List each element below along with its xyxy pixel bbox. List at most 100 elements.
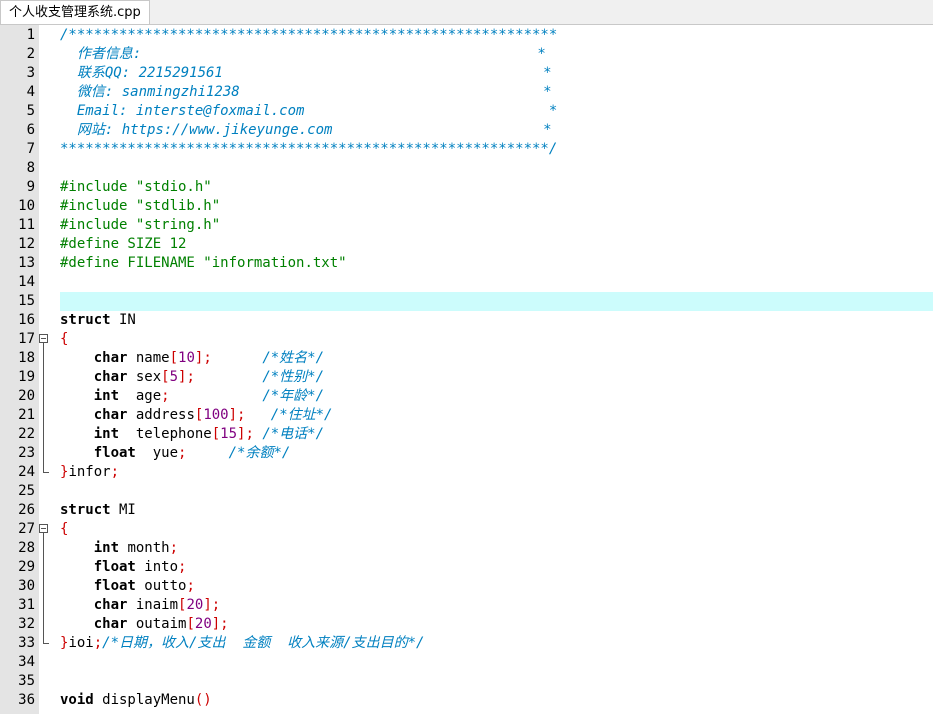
code-token-op: ;: [186, 578, 195, 594]
code-text: float outto;: [60, 577, 195, 596]
code-token-num: 20: [186, 597, 204, 613]
code-text: float yue; /*余额*/: [60, 444, 291, 463]
code-text: ****************************************…: [60, 140, 557, 159]
code-line[interactable]: 16 struct IN: [0, 311, 933, 330]
code-text: int month;: [60, 539, 178, 558]
code-text: int age; /*年龄*/: [60, 387, 324, 406]
code-editor[interactable]: 1 /**************************************…: [0, 25, 933, 714]
code-token-kw: char: [93, 350, 128, 366]
code-line[interactable]: 28 int month;: [0, 539, 933, 558]
code-line[interactable]: 3 联系QQ: 2215291561 *: [0, 64, 933, 83]
line-number: 29: [18, 559, 35, 575]
code-line[interactable]: 22 int telephone[15]; /*电话*/: [0, 425, 933, 444]
line-number: 11: [18, 217, 35, 233]
code-line[interactable]: 31 char inaim[20];: [0, 596, 933, 615]
code-line[interactable]: 12 #define SIZE 12: [0, 235, 933, 254]
fold-guide: [43, 406, 44, 425]
code-token-str: "string.h": [135, 217, 221, 233]
code-token-pre: #include: [60, 179, 136, 195]
code-line[interactable]: 25: [0, 482, 933, 501]
code-token-comment: /*住址*/: [270, 407, 333, 423]
current-line-highlight: [60, 292, 933, 311]
line-number: 27: [18, 521, 35, 537]
code-line[interactable]: 33}ioi;/*日期，收入/支出 金额 收入来源/支出目的*/: [0, 634, 933, 653]
code-line[interactable]: 36 void displayMenu(): [0, 691, 933, 710]
code-line[interactable]: 34: [0, 653, 933, 672]
line-number: 19: [18, 369, 35, 385]
line-number: 9: [26, 179, 35, 195]
code-text: char sex[5]; /*性别*/: [60, 368, 324, 387]
code-line[interactable]: 10 #include "stdlib.h": [0, 197, 933, 216]
code-line[interactable]: 23 float yue; /*余额*/: [0, 444, 933, 463]
line-number: 32: [18, 616, 35, 632]
fold-toggle-icon[interactable]: [39, 524, 48, 533]
code-line[interactable]: 27 {: [0, 520, 933, 539]
line-number: 15: [18, 293, 35, 309]
code-line[interactable]: 5 Email: interste@foxmail.com *: [0, 102, 933, 121]
fold-guide: [43, 444, 44, 463]
code-text: struct IN: [60, 311, 136, 330]
code-token-op: [: [161, 369, 170, 385]
code-token-kw: float: [93, 578, 136, 594]
code-line[interactable]: 32 char outaim[20];: [0, 615, 933, 634]
code-line[interactable]: 21 char address[100]; /*住址*/: [0, 406, 933, 425]
code-token-comment: Email: interste@foxmail.com *: [60, 103, 558, 119]
line-number: 3: [26, 65, 35, 81]
code-line[interactable]: 20 int age; /*年龄*/: [0, 387, 933, 406]
code-token-plain: inaim: [127, 597, 179, 613]
code-token-comment: 网站: https://www.jikeyunge.com *: [60, 122, 552, 138]
code-token-plain: ioi: [68, 635, 94, 651]
code-token-kw: float: [93, 445, 136, 461]
code-line[interactable]: 18 char name[10]; /*姓名*/: [0, 349, 933, 368]
code-token-kw: char: [93, 597, 128, 613]
code-token-kw: int: [93, 388, 120, 404]
code-line[interactable]: 24}infor;: [0, 463, 933, 482]
code-token-pre: #define FILENAME: [60, 255, 204, 271]
code-line[interactable]: 35: [0, 672, 933, 691]
fold-toggle-icon[interactable]: [39, 334, 48, 343]
code-line[interactable]: 19 char sex[5]; /*性别*/: [0, 368, 933, 387]
code-token-comment: /*年龄*/: [262, 388, 325, 404]
code-token-comment: 微信: sanmingzhi1238 *: [60, 84, 552, 100]
code-line[interactable]: 2 作者信息: *: [0, 45, 933, 64]
code-token-op: ];: [194, 350, 212, 366]
code-text: char outaim[20];: [60, 615, 229, 634]
code-token-op: ];: [178, 369, 195, 385]
code-line[interactable]: 17 {: [0, 330, 933, 349]
code-text: #include "string.h": [60, 216, 220, 235]
code-line[interactable]: 29 float into;: [0, 558, 933, 577]
code-line[interactable]: 30 float outto;: [0, 577, 933, 596]
code-token-kw: void: [60, 692, 94, 708]
code-text: 作者信息: *: [60, 45, 546, 64]
code-text: char name[10]; /*姓名*/: [60, 349, 324, 368]
code-line[interactable]: 8: [0, 159, 933, 178]
code-text: #include "stdio.h": [60, 178, 212, 197]
file-tab[interactable]: 个人收支管理系统.cpp: [0, 0, 150, 24]
code-line[interactable]: 9 #include "stdio.h": [0, 178, 933, 197]
code-token-op: ;: [161, 388, 170, 404]
code-text: #define SIZE 12: [60, 235, 186, 254]
code-line[interactable]: 4 微信: sanmingzhi1238 *: [0, 83, 933, 102]
code-token-num: 100: [203, 407, 229, 423]
code-token-plain: outto: [135, 578, 187, 594]
code-line[interactable]: 15: [0, 292, 933, 311]
code-line[interactable]: 14: [0, 273, 933, 292]
code-line[interactable]: 7 ***************************************…: [0, 140, 933, 159]
code-line[interactable]: 11 #include "string.h": [0, 216, 933, 235]
code-line[interactable]: 26 struct MI: [0, 501, 933, 520]
fold-guide: [43, 539, 44, 558]
code-token-op: ];: [237, 426, 254, 442]
code-token-plain: age: [119, 388, 162, 404]
code-line[interactable]: 6 网站: https://www.jikeyunge.com *: [0, 121, 933, 140]
code-line[interactable]: 13 #define FILENAME "information.txt": [0, 254, 933, 273]
code-text: char address[100]; /*住址*/: [60, 406, 333, 425]
code-token-br: (): [194, 692, 212, 708]
code-line[interactable]: 1 /**************************************…: [0, 26, 933, 45]
code-text: {: [60, 330, 68, 349]
